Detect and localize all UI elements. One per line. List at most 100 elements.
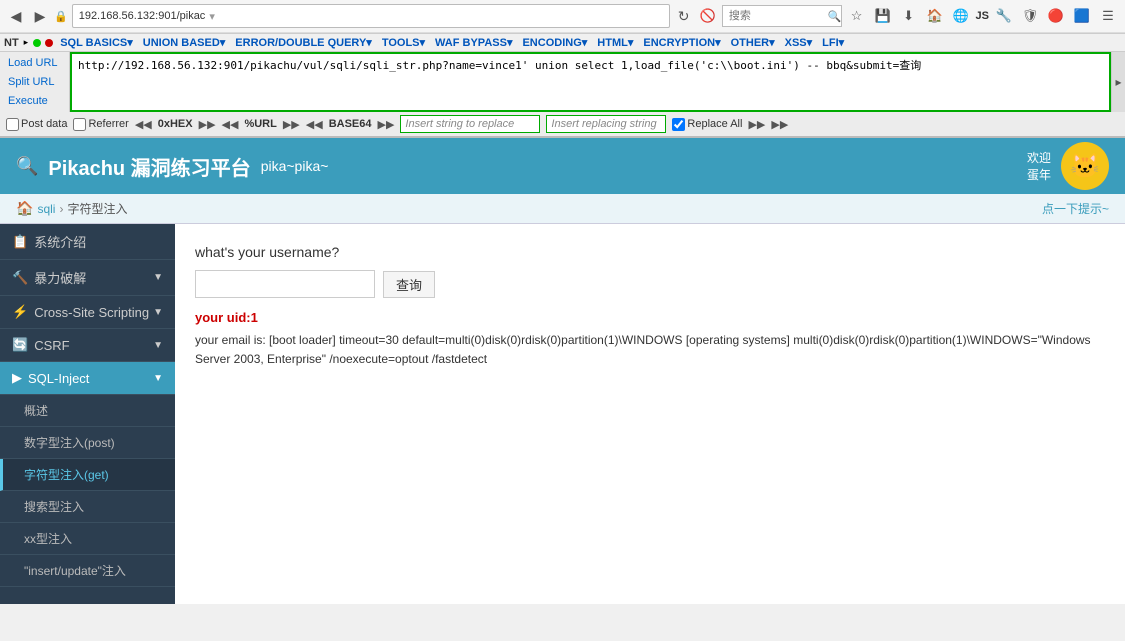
- forward-button[interactable]: ▶: [30, 6, 50, 26]
- error-double-menu[interactable]: ERROR/DOUBLE QUERY▾: [235, 36, 372, 49]
- breadcrumb-separator: ›: [59, 202, 63, 216]
- query-button[interactable]: 查询: [383, 271, 435, 298]
- post-data-checkbox[interactable]: [6, 118, 19, 131]
- split-url-button[interactable]: Split URL: [4, 75, 65, 89]
- brute-arrow-icon: ▼: [153, 272, 163, 283]
- sidebar-sub-overview[interactable]: 概述: [0, 395, 175, 427]
- uid-label: your uid:: [195, 310, 251, 325]
- sidebar-item-xss[interactable]: ⚡ Cross-Site Scripting ▼: [0, 296, 175, 329]
- sql-icon: ▶: [12, 370, 22, 386]
- hint-link[interactable]: 点一下提示~: [1042, 200, 1109, 217]
- encoding-menu[interactable]: ENCODING▾: [522, 36, 587, 49]
- email-result: your email is: [boot loader] timeout=30 …: [195, 331, 1105, 369]
- hex-label: 0xHEX: [158, 118, 193, 130]
- username-input[interactable]: [195, 270, 375, 298]
- execute-button[interactable]: Execute: [4, 94, 65, 108]
- input-row: 查询: [195, 270, 1105, 298]
- nt-label: NT: [4, 37, 19, 49]
- csrf-arrow-icon: ▼: [153, 340, 163, 351]
- arrow2-right: ▶▶: [283, 118, 300, 131]
- waf-bypass-menu[interactable]: WAF BYPASS▾: [435, 36, 512, 49]
- replace-all-checkbox[interactable]: [672, 118, 685, 131]
- shield-icon[interactable]: 🛡: [1019, 5, 1041, 27]
- xss-icon: ⚡: [12, 304, 28, 320]
- menu-icon[interactable]: ☰: [1097, 5, 1119, 27]
- tools-icon[interactable]: 🔧: [993, 5, 1015, 27]
- breadcrumb-sqli-link[interactable]: sqli: [37, 202, 55, 216]
- sidebar-sub-xx[interactable]: xx型注入: [0, 523, 175, 555]
- content-area: what's your username? 查询 your uid:1 your…: [175, 224, 1125, 604]
- email-label: your email is:: [195, 333, 266, 347]
- sidebar-sub-numeric-post[interactable]: 数字型注入(post): [0, 427, 175, 459]
- refresh-button[interactable]: ↻: [674, 6, 694, 26]
- email-value: [boot loader] timeout=30 default=multi(0…: [195, 333, 1091, 366]
- replace-all-label: Replace All: [687, 118, 742, 130]
- lfi-menu[interactable]: LFI▾: [822, 36, 844, 49]
- union-based-menu[interactable]: UNION BASED▾: [143, 36, 226, 49]
- nav-arrow: ▸: [24, 37, 29, 48]
- string-to-replace-input[interactable]: [400, 115, 540, 133]
- hackbar-nt-bar: NT ▸ SQL BASICS▾ UNION BASED▾ ERROR/DOUB…: [0, 34, 1125, 52]
- hackbar-url-textarea[interactable]: http://192.168.56.132:901/pikachu/vul/sq…: [70, 52, 1111, 112]
- app-logo-area: 🔍 Pikachu 漏洞练习平台 pika~pika~: [16, 152, 328, 181]
- extension2-icon[interactable]: 🟦: [1071, 5, 1093, 27]
- sidebar-item-brute[interactable]: 🔨 暴力破解 ▼: [0, 260, 175, 296]
- hackbar-right-collapse[interactable]: ▸: [1111, 52, 1125, 112]
- sidebar-sub-string-get[interactable]: 字符型注入(get): [0, 459, 175, 491]
- hackbar-url-area-container: http://192.168.56.132:901/pikachu/vul/sq…: [70, 52, 1111, 112]
- html-menu[interactable]: HTML▾: [597, 36, 633, 49]
- bookmark-star[interactable]: ☆: [846, 5, 868, 27]
- arrow3-right: ▶▶: [377, 118, 394, 131]
- other-menu[interactable]: OTHER▾: [731, 36, 775, 49]
- home-icon[interactable]: 🏠: [924, 5, 946, 27]
- string-replacing-input[interactable]: [546, 115, 666, 133]
- address-bar-container: 192.168.56.132:901/pikac ▾: [72, 4, 670, 28]
- sidebar-item-csrf[interactable]: 🔄 CSRF ▼: [0, 329, 175, 362]
- intro-label: 系统介绍: [34, 232, 86, 251]
- replace-all-checkbox-label[interactable]: Replace All: [672, 118, 742, 131]
- save-icon[interactable]: 💾: [872, 5, 894, 27]
- collapse-arrow-icon: ▸: [1115, 75, 1121, 89]
- csrf-icon: 🔄: [12, 337, 28, 353]
- sidebar-sub-insert-update[interactable]: "insert/update"注入: [0, 555, 175, 587]
- arrow1-left: ◀◀: [135, 118, 152, 131]
- arrow2-left: ◀◀: [222, 118, 239, 131]
- encryption-menu[interactable]: ENCRYPTION▾: [643, 36, 720, 49]
- sidebar-sub-search[interactable]: 搜索型注入: [0, 491, 175, 523]
- uid-value: 1: [251, 310, 258, 325]
- intro-icon: 📋: [12, 234, 28, 250]
- globe-icon[interactable]: 🌐: [950, 5, 972, 27]
- search-input[interactable]: [722, 5, 842, 27]
- extension1-icon[interactable]: 🔴: [1045, 5, 1067, 27]
- arrow3-left: ◀◀: [306, 118, 323, 131]
- referrer-label: Referrer: [88, 118, 128, 130]
- referrer-checkbox[interactable]: [73, 118, 86, 131]
- sql-basics-menu[interactable]: SQL BASICS▾: [60, 36, 133, 49]
- address-extra: ▾: [209, 10, 215, 23]
- brute-icon: 🔨: [12, 270, 28, 286]
- back-button[interactable]: ◀: [6, 6, 26, 26]
- avatar-image: 🐱: [1070, 152, 1100, 181]
- csrf-label: CSRF: [34, 338, 69, 353]
- sidebar: 📋 系统介绍 🔨 暴力破解 ▼ ⚡ Cross-Site Scripting ▼: [0, 224, 175, 604]
- sidebar-item-intro[interactable]: 📋 系统介绍: [0, 224, 175, 260]
- download-icon[interactable]: ⬇: [898, 5, 920, 27]
- post-data-checkbox-label[interactable]: Post data: [6, 118, 67, 131]
- referrer-checkbox-label[interactable]: Referrer: [73, 118, 128, 131]
- tools-menu[interactable]: TOOLS▾: [382, 36, 425, 49]
- avatar: 🐱: [1061, 142, 1109, 190]
- percent-url-label: %URL: [244, 118, 276, 130]
- xss-menu[interactable]: XSS▾: [785, 36, 813, 49]
- sidebar-item-sqlinject[interactable]: ▶ SQL-Inject ▼: [0, 362, 175, 395]
- post-data-label: Post data: [21, 118, 67, 130]
- arrow4-right1: ▶▶: [748, 118, 765, 131]
- hackbar-url-section: Load URL Split URL Execute http://192.16…: [0, 52, 1125, 112]
- load-url-button[interactable]: Load URL: [4, 56, 65, 70]
- address-text: 192.168.56.132:901/pikac: [79, 10, 206, 22]
- app-search-icon: 🔍: [16, 156, 38, 177]
- breadcrumb: 🏠 sqli › 字符型注入: [16, 200, 127, 217]
- app-header: 🔍 Pikachu 漏洞练习平台 pika~pika~ 欢迎 蛋年 🐱: [0, 138, 1125, 194]
- breadcrumb-bar: 🏠 sqli › 字符型注入 点一下提示~: [0, 194, 1125, 224]
- hackbar-left-buttons: Load URL Split URL Execute: [0, 52, 70, 112]
- dot-red: [45, 39, 53, 47]
